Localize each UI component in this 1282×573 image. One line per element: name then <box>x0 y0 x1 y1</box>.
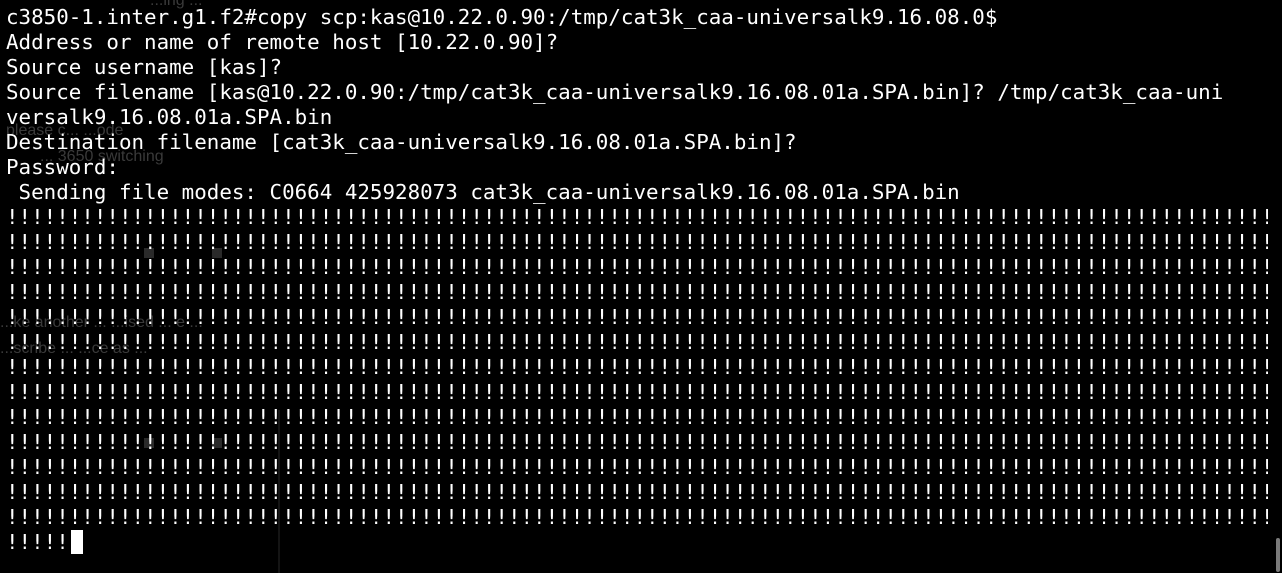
terminal-line: !!!!!!!!!!!!!!!!!!!!!!!!!!!!!!!!!!!!!!!!… <box>6 255 1268 280</box>
terminal-line: !!!!!!!!!!!!!!!!!!!!!!!!!!!!!!!!!!!!!!!!… <box>6 330 1268 355</box>
terminal-line: !!!!!!!!!!!!!!!!!!!!!!!!!!!!!!!!!!!!!!!!… <box>6 280 1268 305</box>
terminal-line: !!!!!!!!!!!!!!!!!!!!!!!!!!!!!!!!!!!!!!!!… <box>6 480 1268 505</box>
terminal-scrollbar[interactable] <box>1272 0 1282 573</box>
terminal-line-text: !!!!!!!!!!!!!!!!!!!!!!!!!!!!!!!!!!!!!!!!… <box>6 430 1268 454</box>
terminal-line: !!!!!!!!!!!!!!!!!!!!!!!!!!!!!!!!!!!!!!!!… <box>6 430 1268 455</box>
terminal-line: !!!!!!!!!!!!!!!!!!!!!!!!!!!!!!!!!!!!!!!!… <box>6 505 1268 530</box>
terminal-line-text: versalk9.16.08.01a.SPA.bin <box>6 105 333 129</box>
terminal-line: Sending file modes: C0664 425928073 cat3… <box>6 180 1268 205</box>
terminal-line: !!!!!!!!!!!!!!!!!!!!!!!!!!!!!!!!!!!!!!!!… <box>6 230 1268 255</box>
terminal-line-text: Source username [kas]? <box>6 55 283 79</box>
terminal-line-text: !!!!!!!!!!!!!!!!!!!!!!!!!!!!!!!!!!!!!!!!… <box>6 405 1268 429</box>
terminal-line: c3850-1.inter.g1.f2#copy scp:kas@10.22.0… <box>6 5 1268 30</box>
terminal-line-text: !!!!!!!!!!!!!!!!!!!!!!!!!!!!!!!!!!!!!!!!… <box>6 280 1268 304</box>
terminal-line-text: !!!!!!!!!!!!!!!!!!!!!!!!!!!!!!!!!!!!!!!!… <box>6 255 1268 279</box>
scrollbar-thumb[interactable] <box>1276 538 1280 572</box>
terminal-line-text: Address or name of remote host [10.22.0.… <box>6 30 559 54</box>
terminal-line-text: !!!!!!!!!!!!!!!!!!!!!!!!!!!!!!!!!!!!!!!!… <box>6 330 1268 354</box>
terminal-line-text: !!!!!!!!!!!!!!!!!!!!!!!!!!!!!!!!!!!!!!!!… <box>6 380 1268 404</box>
terminal-line: !!!!!!!!!!!!!!!!!!!!!!!!!!!!!!!!!!!!!!!!… <box>6 205 1268 230</box>
terminal-line-text: c3850-1.inter.g1.f2#copy scp:kas@10.22.0… <box>6 5 998 29</box>
terminal-line: Address or name of remote host [10.22.0.… <box>6 30 1268 55</box>
terminal-line: versalk9.16.08.01a.SPA.bin <box>6 105 1268 130</box>
terminal-line-text: !!!!!!!!!!!!!!!!!!!!!!!!!!!!!!!!!!!!!!!!… <box>6 480 1268 504</box>
terminal-line-text: !!!!!!!!!!!!!!!!!!!!!!!!!!!!!!!!!!!!!!!!… <box>6 455 1268 479</box>
terminal-line: !!!!!!!!!!!!!!!!!!!!!!!!!!!!!!!!!!!!!!!!… <box>6 405 1268 430</box>
terminal-line: !!!!!!!!!!!!!!!!!!!!!!!!!!!!!!!!!!!!!!!!… <box>6 305 1268 330</box>
terminal-line-text: Password: <box>6 155 119 179</box>
terminal-line-text: Destination filename [cat3k_caa-universa… <box>6 130 797 154</box>
terminal-line-text: !!!!!!!!!!!!!!!!!!!!!!!!!!!!!!!!!!!!!!!!… <box>6 230 1268 254</box>
terminal-line: !!!!!!!!!!!!!!!!!!!!!!!!!!!!!!!!!!!!!!!!… <box>6 380 1268 405</box>
terminal-line-text: Sending file modes: C0664 425928073 cat3… <box>6 180 960 204</box>
terminal-line-text: !!!!! <box>6 530 69 554</box>
terminal-line: !!!!!!!!!!!!!!!!!!!!!!!!!!!!!!!!!!!!!!!!… <box>6 455 1268 480</box>
terminal-output[interactable]: c3850-1.inter.g1.f2#copy scp:kas@10.22.0… <box>6 5 1268 555</box>
terminal-window[interactable]: ...ing ... please c... ...ode ... 3650 s… <box>0 0 1282 573</box>
text-cursor <box>70 530 83 554</box>
terminal-line-text: !!!!!!!!!!!!!!!!!!!!!!!!!!!!!!!!!!!!!!!!… <box>6 355 1268 379</box>
terminal-line: Password: <box>6 155 1268 180</box>
terminal-line: Source filename [kas@10.22.0.90:/tmp/cat… <box>6 80 1268 105</box>
terminal-line: Source username [kas]? <box>6 55 1268 80</box>
terminal-line: Destination filename [cat3k_caa-universa… <box>6 130 1268 155</box>
terminal-line-text: !!!!!!!!!!!!!!!!!!!!!!!!!!!!!!!!!!!!!!!!… <box>6 205 1268 229</box>
terminal-line-text: !!!!!!!!!!!!!!!!!!!!!!!!!!!!!!!!!!!!!!!!… <box>6 505 1268 529</box>
terminal-line: !!!!!!!!!!!!!!!!!!!!!!!!!!!!!!!!!!!!!!!!… <box>6 355 1268 380</box>
terminal-line-text: !!!!!!!!!!!!!!!!!!!!!!!!!!!!!!!!!!!!!!!!… <box>6 305 1268 329</box>
terminal-line-text: Source filename [kas@10.22.0.90:/tmp/cat… <box>6 80 1224 104</box>
terminal-line: !!!!! <box>6 530 1268 555</box>
